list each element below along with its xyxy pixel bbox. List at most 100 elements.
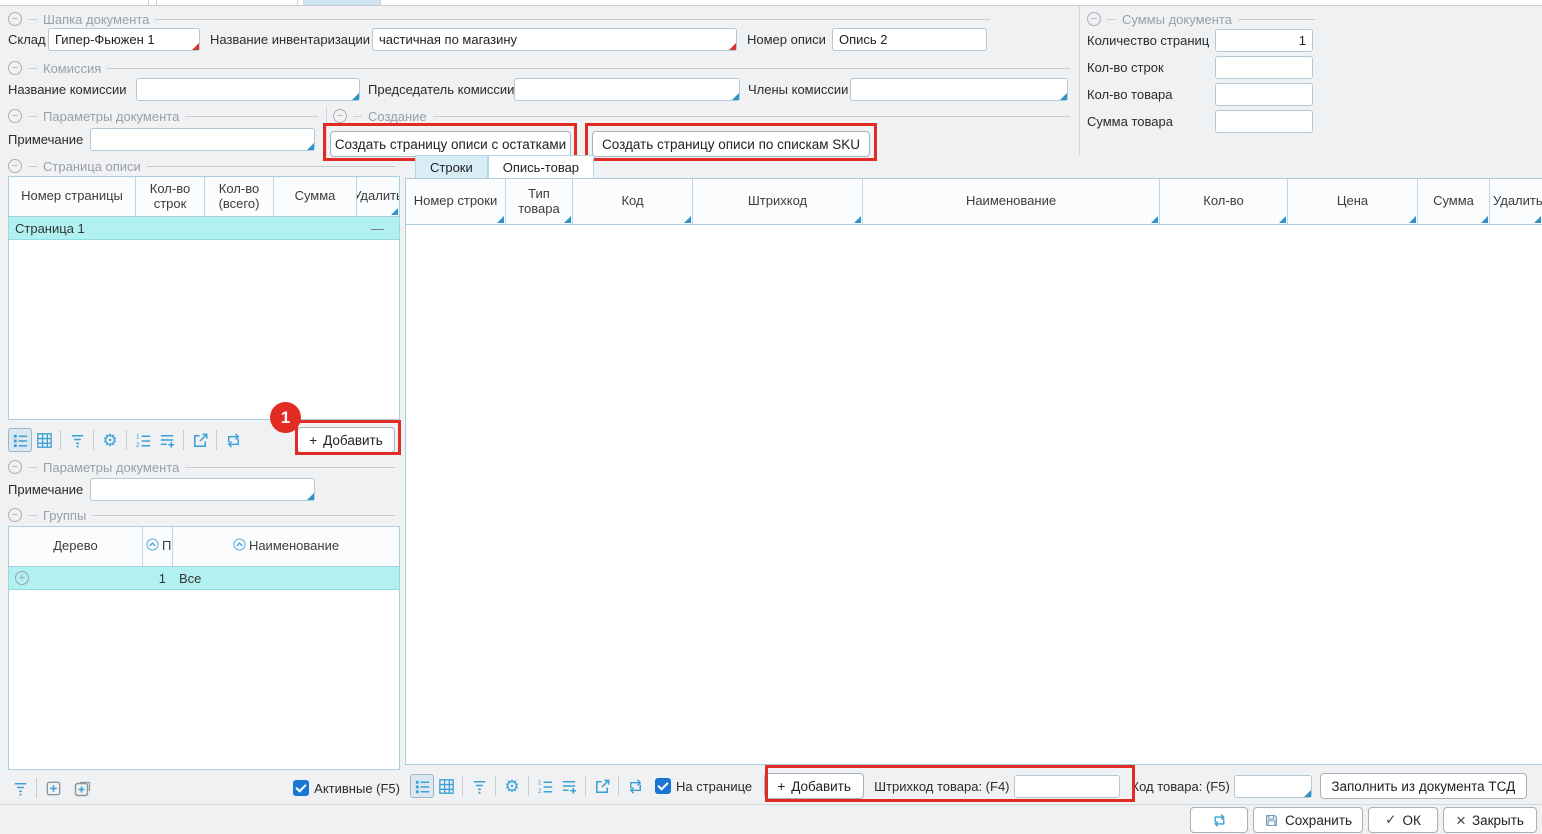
lines-col-qty[interactable]: Кол-во	[1160, 179, 1288, 224]
view-list-icon[interactable]	[410, 774, 434, 798]
groups-col-name[interactable]: Наименование	[173, 527, 399, 566]
svg-text:1: 1	[135, 433, 139, 440]
pages-col-sum[interactable]: Сумма	[274, 177, 357, 216]
collapse-icon[interactable]: −	[333, 109, 347, 123]
groups-col-pos[interactable]: Пс	[143, 527, 173, 566]
pages-count-input[interactable]	[1215, 29, 1313, 52]
ok-button[interactable]: ✓ ОК	[1368, 807, 1438, 833]
view-list-icon[interactable]	[8, 428, 32, 452]
code-input[interactable]	[1234, 775, 1312, 798]
collapse-icon[interactable]: −	[8, 508, 22, 522]
lines-col-name[interactable]: Наименование	[863, 179, 1160, 224]
pages-table-row[interactable]: Страница 1 —	[9, 217, 399, 240]
page-rows-cell	[136, 217, 205, 239]
add-line-button[interactable]: + Добавить	[764, 773, 864, 799]
commission-members-input[interactable]	[850, 78, 1068, 101]
close-button[interactable]: × Закрыть	[1443, 807, 1537, 833]
add-row-icon[interactable]	[155, 428, 179, 452]
inventory-name-input[interactable]	[372, 28, 737, 51]
reload-icon[interactable]	[221, 428, 245, 452]
grid-view-icon[interactable]	[434, 774, 458, 798]
groups-col-tree[interactable]: Дерево	[9, 527, 143, 566]
filter-icon[interactable]	[65, 428, 89, 452]
add-row-icon[interactable]	[557, 774, 581, 798]
fill-from-tsd-button[interactable]: Заполнить из документа ТСД	[1320, 773, 1527, 799]
barcode-input[interactable]	[1014, 775, 1120, 798]
group-tree-cell[interactable]: +	[9, 567, 143, 589]
add-page-button[interactable]: + Добавить	[297, 427, 395, 453]
top-active-tab-remnant[interactable]	[303, 0, 380, 5]
lines-col-price[interactable]: Цена	[1288, 179, 1418, 224]
collapse-icon[interactable]: −	[8, 159, 22, 173]
settings-gear-icon[interactable]: ⚙	[98, 428, 122, 452]
settings-gear-icon[interactable]: ⚙	[500, 774, 524, 798]
lines-col-sum[interactable]: Сумма	[1418, 179, 1490, 224]
expand-node-icon[interactable]: +	[15, 571, 29, 585]
active-filter-checkbox[interactable]	[293, 780, 309, 796]
section-title-doc-params-left: Параметры документа	[43, 460, 179, 475]
section-line	[28, 68, 37, 69]
lines-col-delete[interactable]: Удалить	[1490, 179, 1542, 224]
pages-col-total[interactable]: Кол-во (всего)	[205, 177, 274, 216]
plus-icon: +	[777, 779, 785, 794]
reload-icon[interactable]	[623, 774, 647, 798]
collapse-icon[interactable]: −	[8, 460, 22, 474]
collapse-icon[interactable]: −	[8, 61, 22, 75]
group-name-cell[interactable]: Все	[173, 567, 399, 589]
goods-sum-label: Сумма товара	[1087, 114, 1173, 129]
section-title-pages: Страница описи	[43, 159, 141, 174]
lines-col-code[interactable]: Код	[573, 179, 693, 224]
grid-view-icon[interactable]	[32, 428, 56, 452]
lines-col-number[interactable]: Номер строки	[406, 179, 506, 224]
expand-node-button-icon[interactable]	[41, 776, 65, 800]
collapse-icon[interactable]: −	[1087, 12, 1101, 26]
list-number-input[interactable]	[832, 28, 987, 51]
toolbar-separator	[60, 430, 61, 450]
section-title-sums: Суммы документа	[1122, 12, 1232, 27]
pages-col-rows[interactable]: Кол-во строк	[136, 177, 205, 216]
expand-all-nodes-icon[interactable]	[71, 776, 95, 800]
pages-table: Номер страницы Кол-во строк Кол-во (всег…	[8, 176, 400, 420]
numbered-list-icon[interactable]: 12	[131, 428, 155, 452]
filter-icon[interactable]	[467, 774, 491, 798]
numbered-list-icon[interactable]: 12	[533, 774, 557, 798]
on-page-checkbox[interactable]	[655, 778, 671, 794]
barcode-label: Штрихкод товара: (F4)	[874, 779, 1009, 794]
note2-input[interactable]	[90, 478, 315, 501]
page-name-cell[interactable]: Страница 1	[9, 217, 136, 239]
tab-inventory-goods[interactable]: Опись-товар	[488, 155, 594, 178]
rows-count-input[interactable]	[1215, 56, 1313, 79]
collapse-icon[interactable]: −	[8, 109, 22, 123]
commission-chair-input[interactable]	[514, 78, 740, 101]
create-page-by-sku-button[interactable]: Создать страницу описи по спискам SKU	[592, 131, 870, 157]
toolbar-separator	[528, 776, 529, 796]
create-page-with-remainders-button[interactable]: Создать страницу описи с остатками	[330, 131, 571, 157]
lines-footer-toolbar: ⚙ 12 На странице + Добавить Штрихкод т	[410, 768, 1542, 804]
tab-lines[interactable]: Строки	[415, 155, 488, 178]
refresh-button[interactable]	[1190, 807, 1248, 833]
lines-col-barcode[interactable]: Штрихкод	[693, 179, 863, 224]
section-title-groups: Группы	[43, 508, 86, 523]
open-external-icon[interactable]	[590, 774, 614, 798]
collapse-icon[interactable]: −	[8, 12, 22, 26]
close-icon: ×	[1456, 812, 1466, 829]
goods-count-input[interactable]	[1215, 83, 1313, 106]
commission-name-label: Название комиссии	[8, 82, 127, 97]
open-external-icon[interactable]	[188, 428, 212, 452]
pages-col-number[interactable]: Номер страницы	[9, 177, 136, 216]
page-delete-cell[interactable]: —	[357, 217, 399, 239]
pages-col-delete[interactable]: Удалить	[357, 177, 399, 216]
code-label: Код товара: (F5)	[1132, 779, 1230, 794]
section-line	[28, 116, 37, 117]
commission-name-input[interactable]	[136, 78, 360, 101]
groups-table-row[interactable]: + 1 Все	[9, 567, 399, 590]
lines-col-type[interactable]: Тип товара	[506, 179, 573, 224]
filter-icon[interactable]	[8, 776, 32, 800]
sort-asc-icon	[146, 538, 159, 555]
toolbar-separator	[216, 430, 217, 450]
goods-sum-input[interactable]	[1215, 110, 1313, 133]
save-button[interactable]: Сохранить	[1253, 807, 1363, 833]
section-line	[1107, 19, 1116, 20]
warehouse-input[interactable]	[48, 28, 200, 51]
note-input[interactable]	[90, 128, 315, 151]
